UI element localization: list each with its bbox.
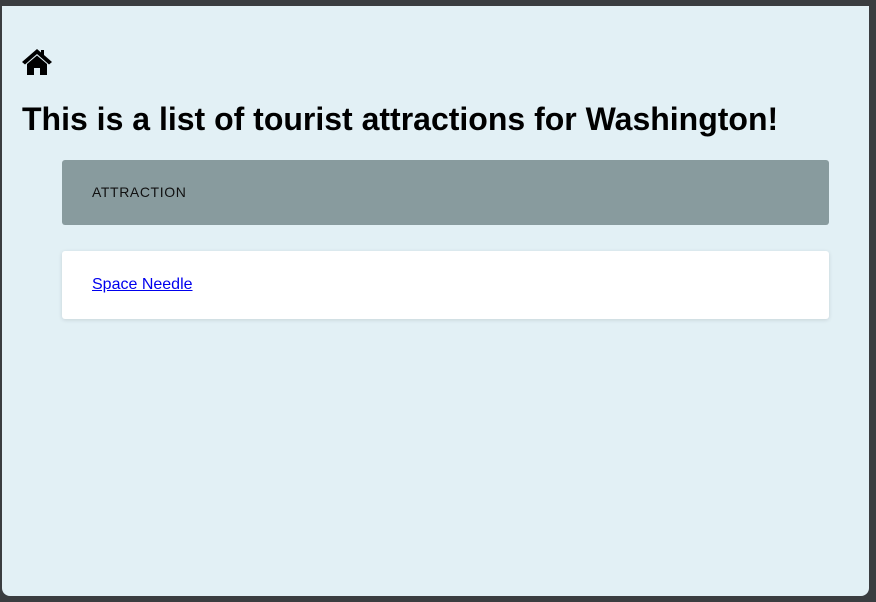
home-icon — [21, 48, 53, 76]
home-link[interactable] — [21, 48, 53, 76]
table-row: Space Needle — [62, 251, 829, 319]
browser-window: This is a list of tourist attractions fo… — [2, 6, 869, 596]
attraction-link-space-needle[interactable]: Space Needle — [92, 276, 193, 294]
page-title: This is a list of tourist attractions fo… — [22, 101, 779, 137]
column-header-attraction: ATTRACTION — [92, 184, 187, 200]
table-header: ATTRACTION — [62, 160, 829, 225]
